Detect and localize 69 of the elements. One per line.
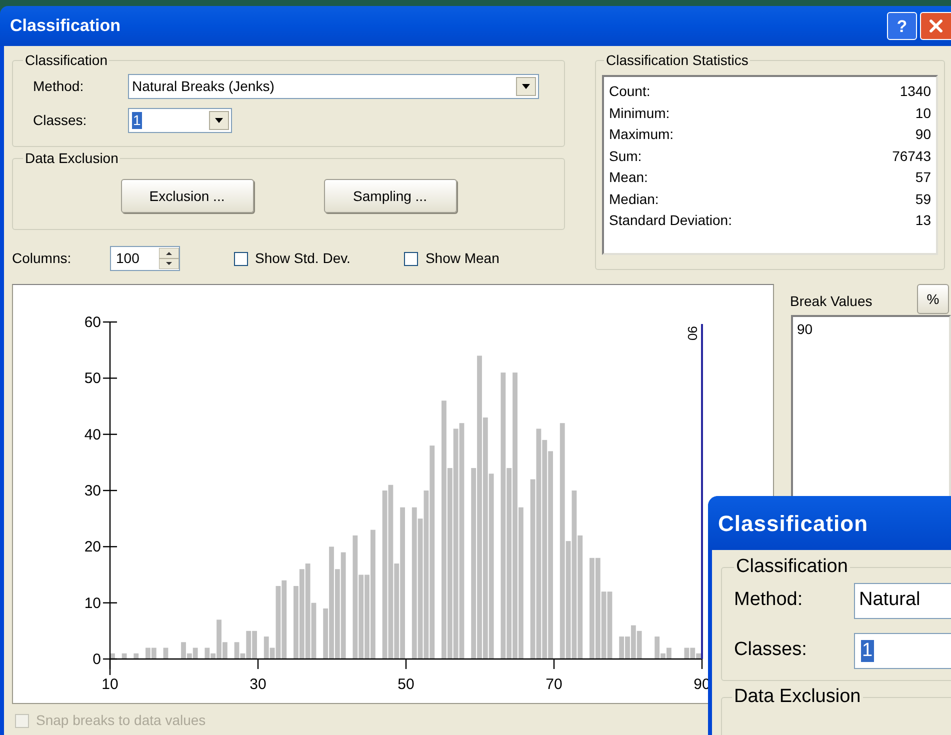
dropdown-arrow-icon [215,118,223,123]
break-value[interactable]: 90 [797,319,945,340]
y-tick-label: 60 [84,314,101,331]
dropdown-button[interactable] [516,77,536,96]
checkbox[interactable] [404,252,418,266]
classes-label: Classes: [734,638,808,662]
dropdown-value: 1 [132,112,142,129]
classes-label: Classes: [32,111,88,130]
close-button[interactable] [920,12,951,40]
group-title: Classification Statistics [605,51,750,70]
dropdown-value: Natural Breaks (Jenks) [132,77,274,96]
checkbox[interactable] [234,252,248,266]
y-tick-label: 0 [92,651,101,668]
y-tick-label: 20 [84,538,101,556]
method-label: Method: [734,588,804,612]
statistic-label: Standard Deviation: [609,211,732,230]
y-tick-label: 10 [84,594,101,612]
statistic-value: 59 [915,190,931,208]
group-title: Data Exclusion [733,685,862,709]
statistic-value: 90 [915,125,931,144]
classes-dropdown[interactable]: 1 [128,108,232,133]
statistic-value: 13 [915,211,931,230]
dropdown-value: 1 [861,640,874,662]
checkbox-label: Snap breaks to data values [36,711,206,730]
break-line-label: 90 [685,326,700,340]
statistic-value: 10 [915,104,931,122]
statistic-value: 76743 [892,146,931,166]
x-tick-label: 10 [102,676,118,693]
dialog-button[interactable]: Exclusion ... [120,179,254,213]
histogram-bar [163,648,168,659]
window-title: Classification [718,510,868,538]
spinner-value: 100 [116,249,140,268]
dropdown-button[interactable] [209,111,229,130]
columns-label: Columns: [12,249,72,268]
window-title: Classification [10,15,121,38]
dropdown-value: Natural [859,588,920,612]
help-button[interactable]: ? [887,12,917,40]
histogram-bar [134,653,139,659]
x-tick-label: 70 [546,676,562,693]
dropdown-arrow-icon [522,84,530,89]
columns-spinner[interactable]: 100 [110,246,180,271]
break-values-label: Break Values [790,292,872,311]
statistic-value: 57 [915,168,931,187]
statistic-label: Sum: [609,146,642,166]
checkbox-label: Show Std. Dev. [255,249,350,268]
method-dropdown[interactable]: Natural [854,582,951,618]
group-title: Data Exclusion [24,149,120,168]
y-tick-label: 30 [84,482,101,500]
spinner-arrows-icon [159,248,179,269]
x-tick-label: 30 [250,676,266,693]
statistic-label: Maximum: [609,125,674,144]
checkbox-label: Show Mean [425,249,500,268]
group-title: Classification [24,51,108,70]
y-tick-label: 50 [84,370,101,388]
statistic-label: Median: [609,190,659,208]
statistic-value: 1340 [900,82,931,101]
y-tick-label: 40 [84,426,101,444]
classes-dropdown[interactable]: 1 [854,632,951,668]
histogram-bar [110,653,115,659]
percent-button[interactable]: % [917,284,949,314]
dialog-button[interactable]: Sampling ... [324,179,456,213]
statistic-label: Count: [609,82,650,101]
histogram-bar [122,653,127,659]
statistic-label: Minimum: [609,104,670,122]
statistic-label: Mean: [609,168,648,187]
method-label: Method: [32,77,85,96]
x-tick-label: 50 [398,676,414,693]
method-dropdown[interactable]: Natural Breaks (Jenks) [128,74,539,99]
group-title: Classification [735,555,849,579]
